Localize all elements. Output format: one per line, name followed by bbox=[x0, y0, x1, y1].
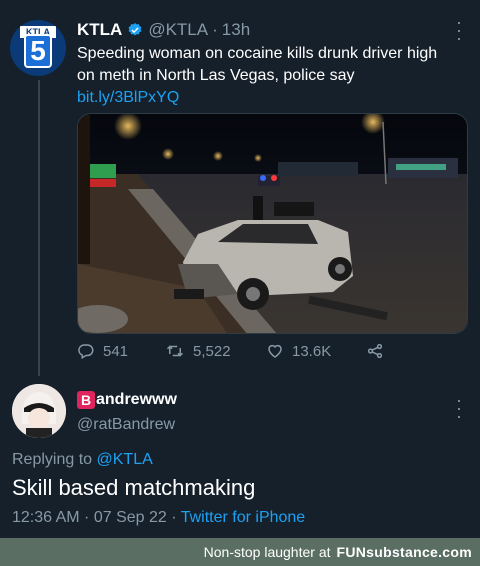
tweet-time[interactable]: 13h bbox=[222, 20, 250, 40]
crash-scene-image bbox=[78, 114, 467, 333]
watermark-footer: Non-stop laughter at FUNsubstance.com bbox=[0, 538, 480, 566]
retweet-button[interactable]: 5,522 bbox=[165, 342, 266, 360]
anime-avatar-image bbox=[12, 384, 66, 438]
retweet-count: 5,522 bbox=[193, 342, 231, 360]
retweet-icon bbox=[166, 345, 184, 357]
reply-author-display-name: andrewww bbox=[96, 391, 177, 408]
reply-count: 541 bbox=[103, 342, 129, 360]
like-icon bbox=[268, 344, 282, 358]
thread-connector-line bbox=[38, 80, 40, 376]
header-separator: · bbox=[212, 20, 218, 39]
tweet-body: Speeding woman on cocaine kills drunk dr… bbox=[77, 45, 438, 84]
tweet-header: KTLA @KTLA · 13h bbox=[77, 20, 250, 40]
share-icon bbox=[367, 343, 383, 359]
reply-icon bbox=[78, 344, 94, 360]
reply-button[interactable]: 541 bbox=[77, 342, 165, 360]
reply-client[interactable]: Twitter for iPhone bbox=[181, 509, 306, 526]
reply-text: Skill based matchmaking bbox=[12, 475, 256, 500]
like-button[interactable]: 13.6K bbox=[266, 342, 366, 360]
like-count: 13.6K bbox=[292, 342, 332, 360]
name-badge-b: B bbox=[77, 391, 95, 409]
more-options-icon[interactable]: · · · bbox=[452, 391, 466, 425]
footer-brand[interactable]: FUNsubstance.com bbox=[337, 544, 473, 560]
reply-author-name-row[interactable]: B andrewww bbox=[77, 391, 177, 409]
replying-to-mention[interactable]: @KTLA bbox=[97, 451, 153, 468]
tweet-media-photo[interactable] bbox=[77, 113, 468, 334]
tweet-text: Speeding woman on cocaine kills drunk dr… bbox=[77, 43, 457, 109]
reply-timestamp[interactable]: 12:36 AM · 07 Sep 22 · bbox=[12, 509, 181, 526]
footer-tagline: Non-stop laughter at bbox=[203, 544, 331, 560]
replying-to-label: Replying to bbox=[12, 451, 97, 468]
ratbandrew-avatar[interactable] bbox=[12, 384, 66, 438]
replying-to-line: Replying to @KTLA bbox=[12, 451, 153, 469]
avatar-logo-number: 5 bbox=[24, 34, 52, 68]
author-handle[interactable]: @KTLA bbox=[148, 20, 208, 40]
tweet-link[interactable]: bit.ly/3BlPxYQ bbox=[77, 89, 179, 106]
ktla-avatar[interactable]: KTLA 5 bbox=[10, 20, 66, 76]
reply-author-handle[interactable]: @ratBandrew bbox=[77, 416, 175, 434]
verified-badge-icon bbox=[128, 23, 142, 36]
share-button[interactable] bbox=[366, 342, 392, 360]
tweet-actions-bar: 541 5,522 13.6K bbox=[77, 342, 467, 360]
author-display-name[interactable]: KTLA bbox=[77, 20, 122, 40]
more-options-icon[interactable]: · · · bbox=[452, 13, 466, 47]
reply-metadata: 12:36 AM · 07 Sep 22 · Twitter for iPhon… bbox=[12, 509, 305, 527]
